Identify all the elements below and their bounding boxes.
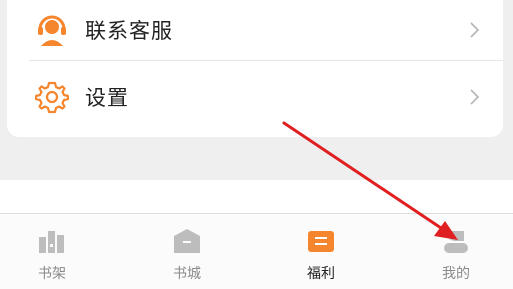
divider bbox=[29, 60, 503, 61]
content-area bbox=[0, 180, 513, 214]
bookstore-icon bbox=[174, 229, 200, 253]
welfare-icon bbox=[308, 231, 334, 252]
chevron-right-icon bbox=[470, 89, 480, 105]
tab-label: 书城 bbox=[173, 266, 201, 282]
menu-item-customer-service[interactable]: 联系客服 bbox=[7, 0, 503, 60]
bottom-tab-bar: 书架 书城 福利 我的 bbox=[0, 213, 513, 289]
chevron-right-icon bbox=[470, 22, 480, 38]
tab-label: 福利 bbox=[307, 266, 335, 282]
tab-bookshelf[interactable]: 书架 bbox=[12, 214, 92, 289]
menu-item-settings[interactable]: 设置 bbox=[7, 67, 503, 127]
tab-label: 我的 bbox=[442, 266, 470, 282]
tab-bookstore[interactable]: 书城 bbox=[147, 214, 227, 289]
tab-label: 书架 bbox=[38, 266, 66, 282]
tab-welfare[interactable]: 福利 bbox=[281, 214, 361, 289]
customer-service-headset-icon bbox=[38, 15, 66, 46]
settings-gear-icon bbox=[35, 81, 69, 114]
menu-card: 联系客服 设置 bbox=[7, 0, 503, 137]
menu-item-label: 联系客服 bbox=[85, 19, 173, 43]
profile-icon bbox=[444, 231, 468, 253]
tab-profile[interactable]: 我的 bbox=[416, 214, 496, 289]
bookshelf-icon bbox=[39, 231, 64, 253]
menu-item-label: 设置 bbox=[85, 86, 129, 110]
